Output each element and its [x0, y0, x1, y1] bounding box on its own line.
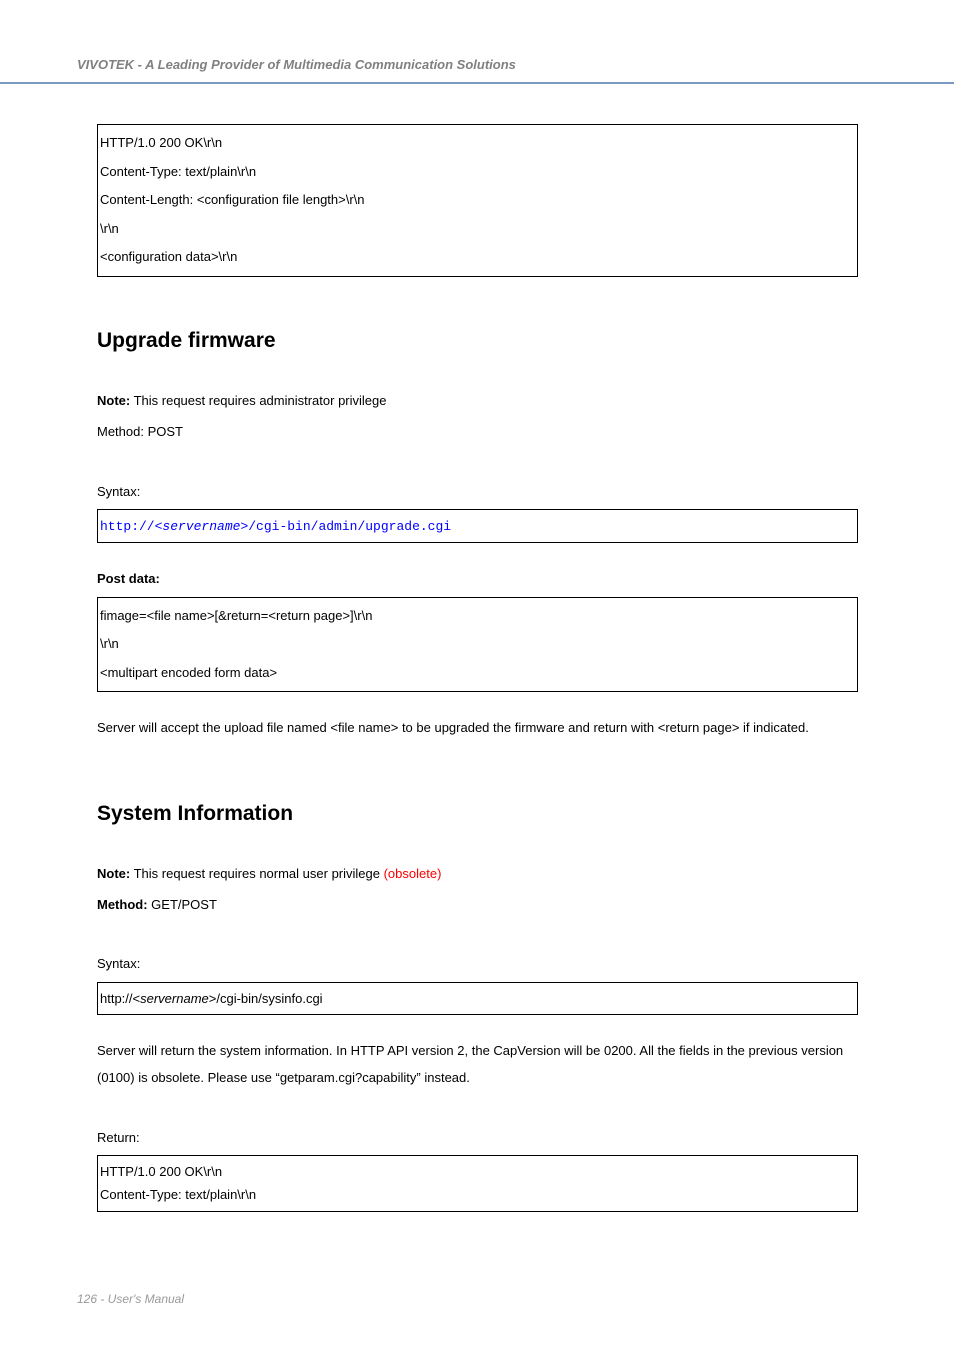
- post-data-label: Post data:: [97, 565, 858, 592]
- syntax-label: Syntax:: [97, 478, 858, 505]
- sysinfo-syntax-box: http://<servername>/cgi-bin/sysinfo.cgi: [97, 982, 858, 1015]
- code-line: HTTP/1.0 200 OK\r\n: [100, 1160, 855, 1183]
- note-label: Note:: [97, 393, 130, 408]
- code-line: Content-Type: text/plain\r\n: [100, 1183, 855, 1206]
- page-footer: 126 - User's Manual: [77, 1292, 184, 1306]
- note-text: This request requires administrator priv…: [130, 393, 386, 408]
- code-line: HTTP/1.0 200 OK\r\n: [100, 129, 855, 158]
- sysinfo-url: http://<servername>/cgi-bin/sysinfo.cgi: [100, 991, 323, 1006]
- sysinfo-description: Server will return the system informatio…: [97, 1037, 858, 1092]
- sysinfo-note: Note: This request requires normal user …: [97, 860, 858, 887]
- sysinfo-method: Method: GET/POST: [97, 891, 858, 918]
- syntax-label: Syntax:: [97, 950, 858, 977]
- note-label: Note:: [97, 866, 130, 881]
- obsolete-tag: (obsolete): [384, 866, 442, 881]
- code-line: Content-Type: text/plain\r\n: [100, 158, 855, 187]
- method-text: GET/POST: [148, 897, 217, 912]
- page-header: VIVOTEK - A Leading Provider of Multimed…: [0, 0, 954, 84]
- code-line: fimage=<file name>[&return=<return page>…: [100, 602, 855, 631]
- return-label: Return:: [97, 1124, 858, 1151]
- upgrade-url[interactable]: http://<servername>/cgi-bin/admin/upgrad…: [100, 519, 451, 534]
- upgrade-description: Server will accept the upload file named…: [97, 714, 858, 741]
- upgrade-method: Method: POST: [97, 418, 858, 445]
- header-text: VIVOTEK - A Leading Provider of Multimed…: [77, 57, 516, 72]
- method-label: Method:: [97, 897, 148, 912]
- code-line: <configuration data>\r\n: [100, 243, 855, 272]
- code-line: Content-Length: <configuration file leng…: [100, 186, 855, 215]
- http-response-box-1: HTTP/1.0 200 OK\r\n Content-Type: text/p…: [97, 124, 858, 277]
- upgrade-firmware-heading: Upgrade firmware: [97, 329, 858, 353]
- system-information-heading: System Information: [97, 802, 858, 826]
- upgrade-note: Note: This request requires administrato…: [97, 387, 858, 414]
- code-line: \r\n: [100, 630, 855, 659]
- code-line: <multipart encoded form data>: [100, 659, 855, 688]
- upgrade-syntax-box: http://<servername>/cgi-bin/admin/upgrad…: [97, 509, 858, 543]
- content-area: HTTP/1.0 200 OK\r\n Content-Type: text/p…: [0, 124, 954, 1212]
- return-box: HTTP/1.0 200 OK\r\n Content-Type: text/p…: [97, 1155, 858, 1212]
- note-text: This request requires normal user privil…: [130, 866, 383, 881]
- post-data-box: fimage=<file name>[&return=<return page>…: [97, 597, 858, 693]
- code-line: \r\n: [100, 215, 855, 244]
